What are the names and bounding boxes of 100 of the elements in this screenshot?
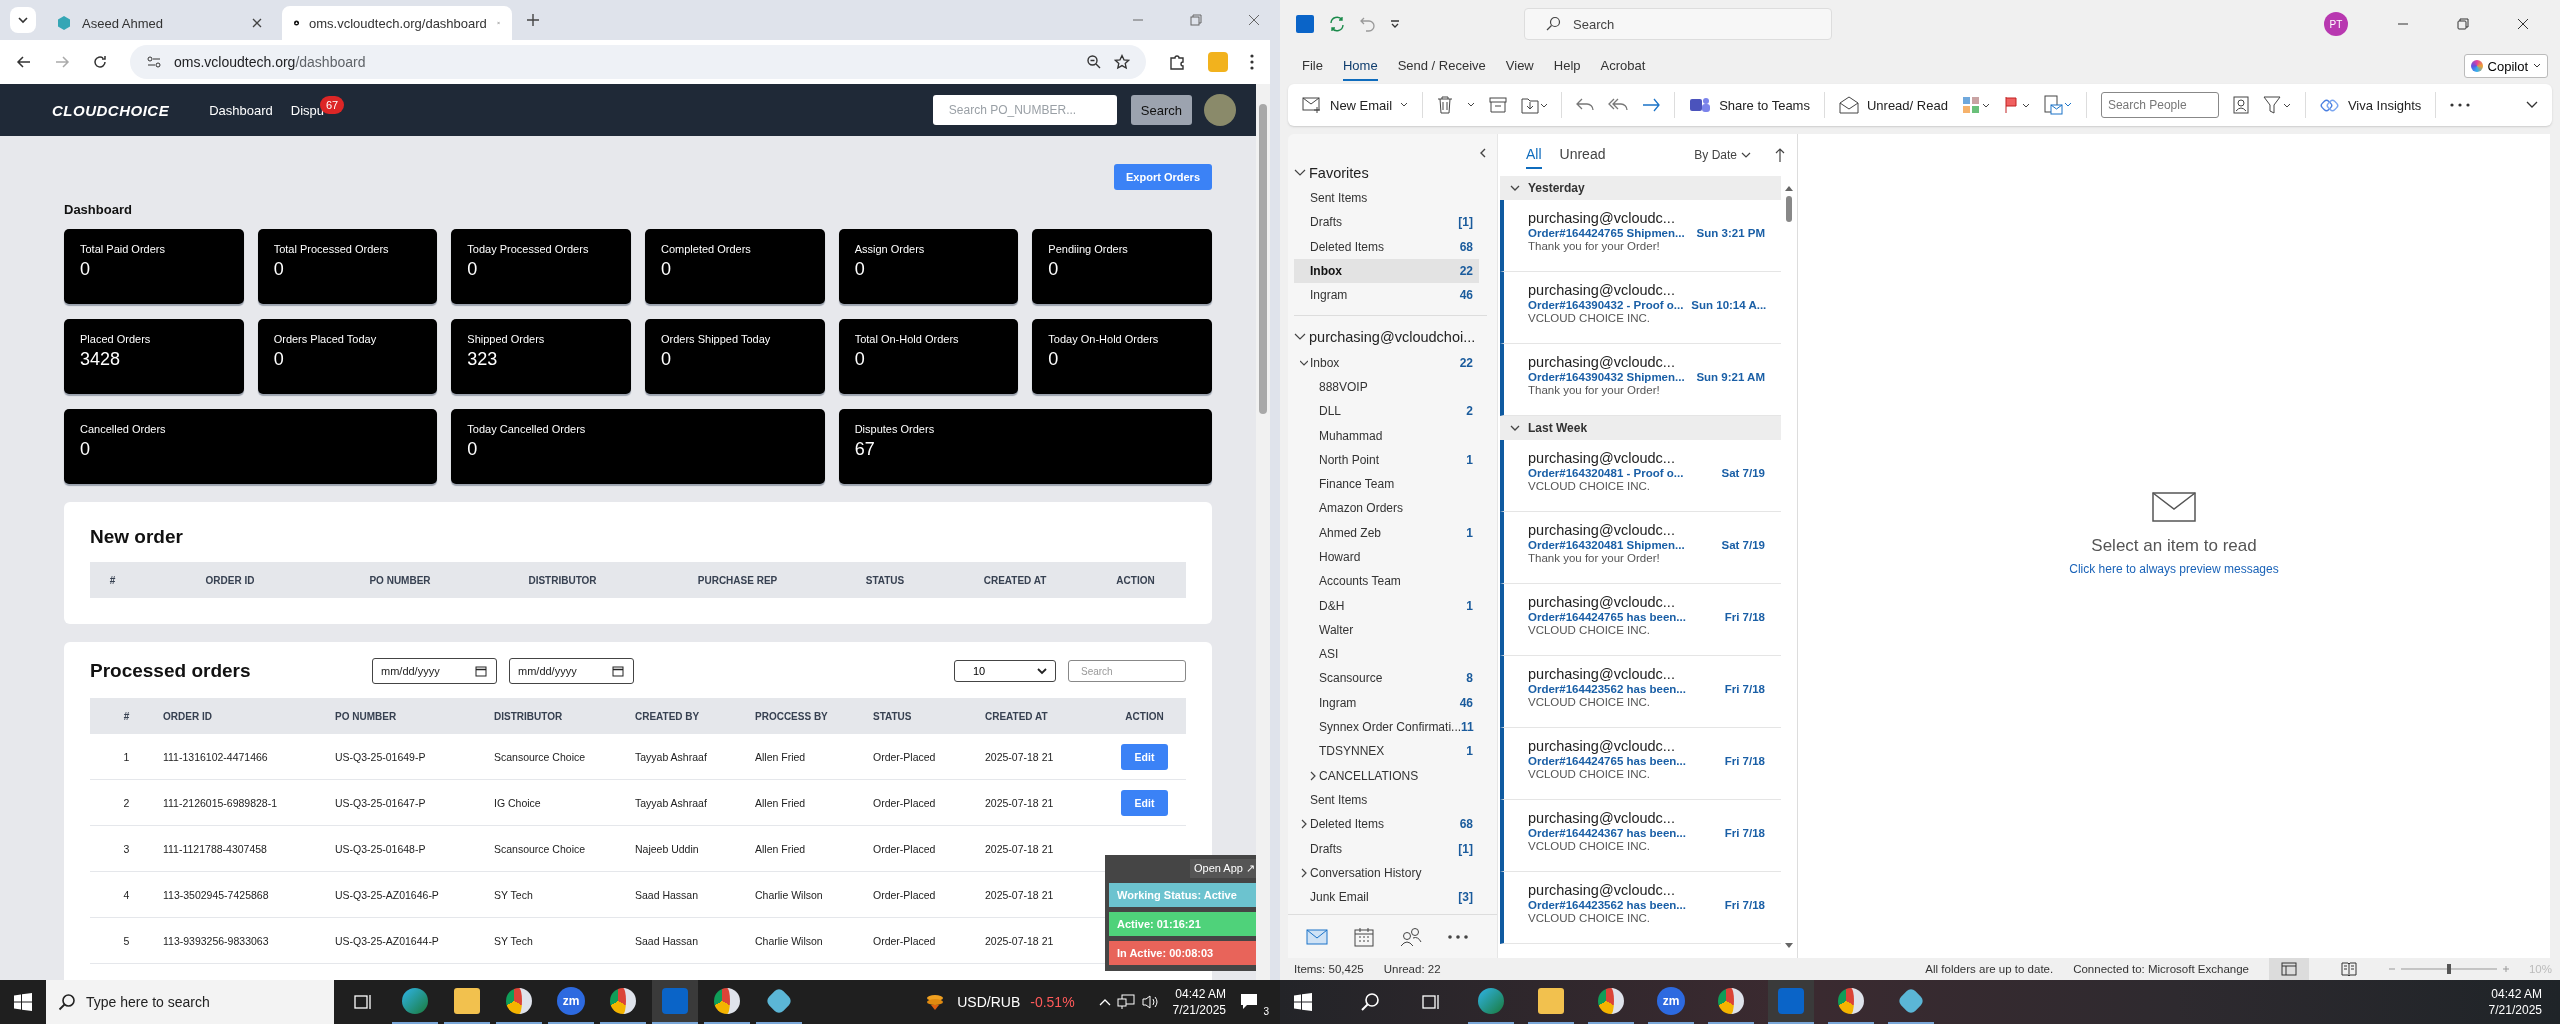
message-item[interactable]: purchasing@vcloudc... Order#164320481 Shipmen... Sat 7/19 Thank you for your Order!: [1500, 512, 1781, 584]
folder-item[interactable]: Synnex Order Confirmati...11: [1294, 714, 1497, 740]
notification-button[interactable]: 3: [1240, 987, 1270, 1017]
scroll-down-icon[interactable]: [1784, 942, 1794, 950]
ticker-symbol[interactable]: USD/RUB: [957, 994, 1021, 1010]
sort-button[interactable]: By Date: [1688, 147, 1757, 163]
viva-insights-button[interactable]: Viva Insights: [2319, 96, 2422, 114]
chevron-icon[interactable]: [1294, 169, 1306, 177]
search-icon[interactable]: [1360, 992, 1380, 1012]
message-item[interactable]: purchasing@vcloudc... Order#164423562 has been... Fri 7/18 VCLOUD CHOICE INC.: [1500, 656, 1781, 728]
chevron-icon[interactable]: [1300, 819, 1308, 830]
folder-group-header[interactable]: Favorites: [1294, 160, 1497, 186]
message-item[interactable]: purchasing@vcloudc... Order#164424765 has been... Fri 7/18 VCLOUD CHOICE INC.: [1500, 584, 1781, 656]
folder-item[interactable]: Deleted Items 68: [1294, 234, 1497, 259]
task-view-icon[interactable]: [1422, 993, 1440, 1011]
folder-item[interactable]: Walter: [1294, 617, 1497, 643]
windows-icon[interactable]: [1294, 993, 1312, 1011]
normal-view-icon[interactable]: [2268, 958, 2309, 980]
clock-date[interactable]: 7/21/2025: [1172, 1002, 1226, 1018]
folder-item[interactable]: Finance Team: [1294, 471, 1497, 497]
mail-app-icon[interactable]: [652, 980, 698, 1024]
folder-item[interactable]: D&H 1: [1294, 593, 1497, 618]
folder-item[interactable]: Sent Items: [1294, 186, 1497, 211]
message-item[interactable]: purchasing@vcloudc... Order#164390432 - Proof o... Sun 10:14 A... VCLOUD CHOICE INC.: [1500, 272, 1781, 344]
folder-item[interactable]: Sent Items: [1294, 787, 1497, 813]
logo[interactable]: CLOUDCHOICE: [52, 101, 170, 119]
search-people-field[interactable]: Search People: [2100, 92, 2219, 118]
rules-icon[interactable]: [2043, 95, 2072, 115]
search-button[interactable]: Search: [1130, 95, 1192, 125]
address-bar[interactable]: oms.vcloudtech.org/dashboard: [130, 45, 1146, 79]
clock-time[interactable]: 04:42 AM: [2491, 986, 2542, 1002]
search-field[interactable]: Search: [1068, 660, 1186, 682]
search-field[interactable]: Type here to search: [86, 987, 322, 1017]
group-header[interactable]: Last Week: [1500, 416, 1781, 440]
sync-icon[interactable]: [1328, 15, 1346, 33]
folder-item[interactable]: Amazon Orders: [1294, 496, 1497, 521]
new-tab-icon[interactable]: [526, 13, 540, 27]
menu-tab[interactable]: File: [1302, 51, 1323, 81]
search-field[interactable]: Search PO_NUMBER...: [932, 95, 1117, 125]
folder-item[interactable]: Muhammad: [1294, 423, 1497, 448]
folder-item[interactable]: Ingram 46: [1294, 283, 1497, 308]
filter-tab[interactable]: All: [1526, 141, 1542, 169]
move-icon[interactable]: [1521, 96, 1548, 114]
people-icon[interactable]: [1400, 926, 1422, 947]
dropdown-icon[interactable]: [1467, 102, 1476, 108]
message-item[interactable]: purchasing@vcloudc... Order#164424367 has been... Fri 7/18 VCLOUD CHOICE INC.: [1500, 800, 1781, 872]
scrollbar-thumb[interactable]: [1259, 104, 1267, 414]
menu-tab[interactable]: Acrobat: [1600, 51, 1646, 81]
calendar-icon[interactable]: [475, 665, 487, 677]
folder-item[interactable]: Inbox 22: [1294, 258, 1479, 284]
clock-date[interactable]: 7/21/2025: [2488, 1002, 2542, 1018]
folder-item[interactable]: Inbox 22: [1294, 350, 1497, 375]
more-icon[interactable]: [1448, 934, 1468, 939]
folder-item[interactable]: Ingram 46: [1294, 690, 1497, 715]
folder-item[interactable]: Conversation History: [1294, 860, 1497, 885]
edit-button[interactable]: Edit: [1120, 743, 1169, 770]
windows-icon[interactable]: [14, 993, 32, 1011]
chevron-icon[interactable]: [1510, 184, 1520, 192]
folder-item[interactable]: Drafts [1]: [1294, 836, 1497, 861]
coins-icon[interactable]: [925, 992, 946, 1012]
folder-item[interactable]: Howard: [1294, 544, 1497, 570]
folder-item[interactable]: Junk Email [3]: [1294, 885, 1497, 910]
menu-icon[interactable]: [1250, 54, 1254, 70]
back-icon[interactable]: [16, 54, 32, 70]
folder-item[interactable]: Ahmed Zeb 1: [1294, 520, 1497, 545]
close-icon[interactable]: [252, 18, 262, 28]
search-icon[interactable]: [58, 993, 76, 1011]
chevron-up-icon[interactable]: [1098, 998, 1111, 1006]
date-field[interactable]: mm/dd/yyyy: [372, 658, 497, 684]
folder-item[interactable]: Scansource 8: [1294, 666, 1497, 691]
filter-icon[interactable]: [2262, 96, 2291, 114]
archive-icon[interactable]: [1489, 97, 1508, 113]
folder-item[interactable]: CANCELLATIONS: [1294, 763, 1497, 788]
chevron-icon[interactable]: [1294, 333, 1306, 342]
mail-app-icon[interactable]: [1768, 980, 1814, 1024]
group-header[interactable]: Yesterday: [1500, 176, 1781, 200]
zoom-out-icon[interactable]: [1086, 54, 1102, 70]
mail-icon[interactable]: [1306, 928, 1328, 945]
restore-icon[interactable]: [2457, 18, 2469, 30]
message-item[interactable]: purchasing@vcloudc... Order#164424765 has been... Fri 7/18 VCLOUD CHOICE INC.: [1500, 728, 1781, 800]
menu-tab[interactable]: Help: [1553, 51, 1581, 81]
message-item[interactable]: purchasing@vcloudc... Order#164320481 - Proof o... Sat 7/19 VCLOUD CHOICE INC.: [1500, 440, 1781, 512]
scrollbar[interactable]: [1256, 84, 1270, 980]
scroll-up-icon[interactable]: [1784, 184, 1794, 192]
expand-ribbon-icon[interactable]: [2526, 101, 2538, 109]
reload-icon[interactable]: [92, 54, 108, 70]
user-avatar[interactable]: PT: [2324, 12, 2348, 36]
filter-tab[interactable]: Unread: [1559, 141, 1606, 169]
avatar[interactable]: [1204, 94, 1236, 126]
browser-tab[interactable]: Aseed Ahmed: [44, 6, 274, 40]
date-field[interactable]: mm/dd/yyyy: [509, 658, 634, 684]
message-item[interactable]: purchasing@vcloudc... Order#164423562 has been... Fri 7/18 VCLOUD CHOICE INC.: [1500, 872, 1781, 944]
open-app-link[interactable]: Open App ↗: [1190, 859, 1256, 878]
folder-item[interactable]: TDSYNNEX 1: [1294, 739, 1497, 764]
copilot-button[interactable]: Copilot: [2463, 54, 2548, 78]
folder-item[interactable]: Deleted Items 68: [1294, 812, 1497, 837]
speaker-icon[interactable]: [1140, 994, 1159, 1010]
new-email-button[interactable]: New Email: [1302, 96, 1409, 114]
folder-item[interactable]: ASI: [1294, 642, 1497, 667]
folder-item[interactable]: Drafts [1]: [1294, 210, 1497, 235]
